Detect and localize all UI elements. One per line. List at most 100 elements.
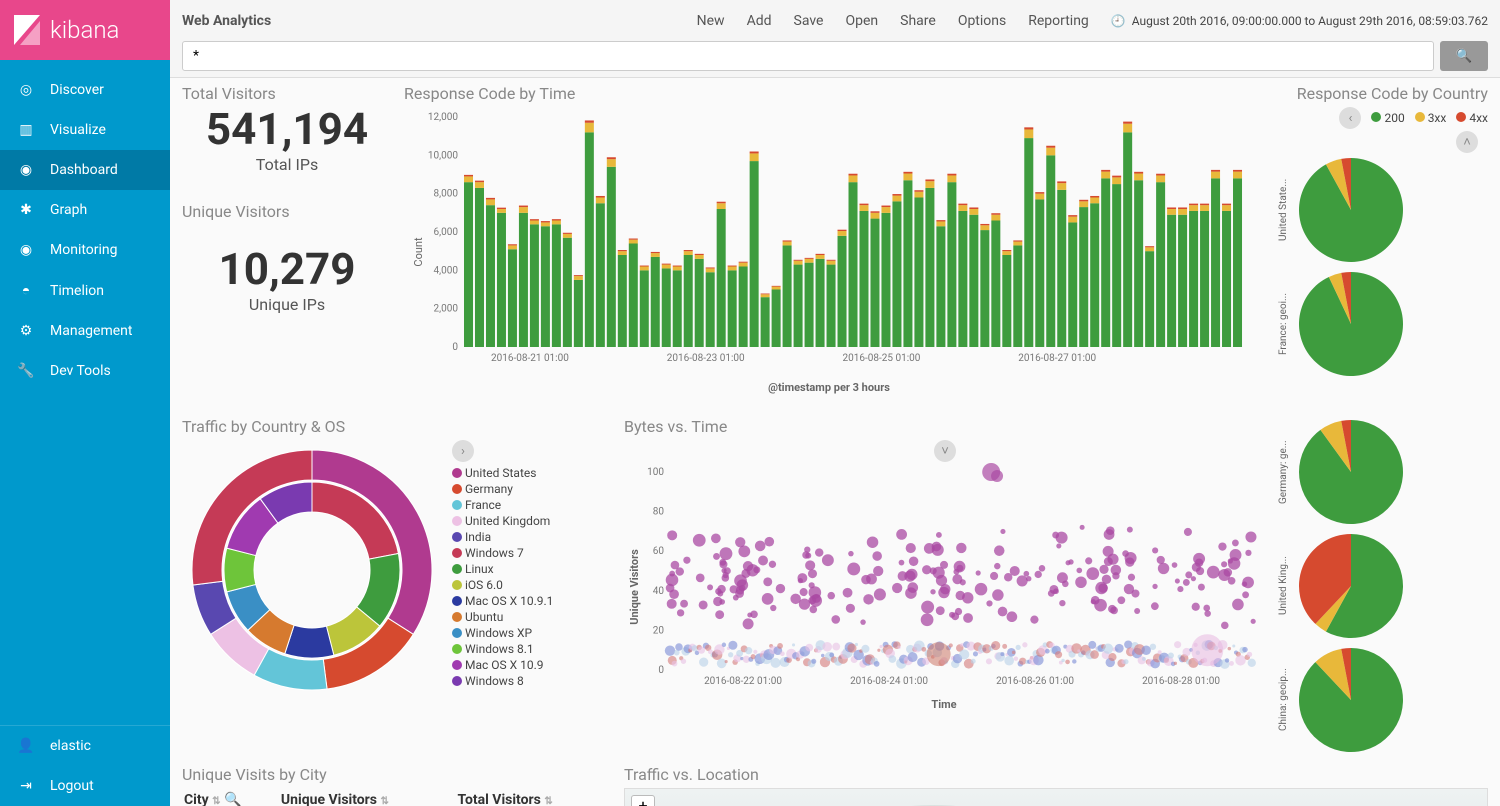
svg-text:100: 100 — [647, 467, 664, 478]
eye-icon: ◉ — [16, 242, 36, 258]
sidebar: kibana ◎Discover ▥Visualize ◉Dashboard ✱… — [0, 0, 170, 806]
nav-visualize[interactable]: ▥Visualize — [0, 110, 170, 150]
panel-title: Total Visitors — [182, 84, 392, 103]
panel-total-visitors: Total Visitors 541,194Total IPs — [182, 84, 392, 174]
svg-text:20: 20 — [653, 625, 665, 636]
nav-devtools[interactable]: 🔧Dev Tools — [0, 351, 170, 391]
response-legend: ‹ 200 3xx 4xx — [1278, 107, 1488, 129]
panel-title: Bytes vs. Time — [624, 417, 1266, 436]
toolbar-new[interactable]: New — [697, 13, 725, 29]
nav-dashboard[interactable]: ◉Dashboard — [0, 150, 170, 190]
svg-text:Count: Count — [412, 237, 425, 267]
toolbar: Web Analytics New Add Save Open Share Op… — [182, 5, 1488, 37]
panel-title: Traffic by Country & OS — [182, 417, 612, 436]
svg-text:2016-08-24 01:00: 2016-08-24 01:00 — [850, 676, 928, 687]
panel-bytes: Bytes vs. Time ˅ 0 20 40 60 80 100 2016-08-22 … — [624, 417, 1266, 755]
nav-user[interactable]: 👤elastic — [0, 726, 170, 766]
toolbar-options[interactable]: Options — [958, 13, 1006, 29]
clock-icon: 🕘 — [1111, 14, 1126, 28]
svg-text:2016-08-26 01:00: 2016-08-26 01:00 — [996, 676, 1074, 687]
svg-text:2,000: 2,000 — [434, 304, 459, 315]
sort-icon: ⇅ — [212, 796, 220, 806]
search-input[interactable] — [182, 41, 1434, 71]
logo: kibana — [0, 0, 170, 60]
svg-text:8,000: 8,000 — [434, 189, 459, 200]
svg-text:80: 80 — [653, 507, 665, 518]
map[interactable]: + – — [624, 788, 1488, 806]
main: Web Analytics New Add Save Open Share Op… — [170, 0, 1500, 806]
svg-text:2016-08-22 01:00: 2016-08-22 01:00 — [704, 676, 782, 687]
svg-text:0: 0 — [658, 665, 664, 676]
graph-icon: ✱ — [16, 202, 36, 218]
panel-title: Unique Visitors — [182, 202, 392, 221]
col-total[interactable]: Total Visitors ⇅ — [456, 788, 613, 806]
brand-label: kibana — [50, 16, 119, 44]
search-icon: 🔍 — [1456, 49, 1473, 64]
col-unique[interactable]: Unique Visitors ⇅ — [279, 788, 456, 806]
dashboard-body: Total Visitors 541,194Total IPs Unique V… — [170, 78, 1500, 806]
nav-management[interactable]: ⚙Management — [0, 311, 170, 351]
svg-text:@timestamp per 3 hours: @timestamp per 3 hours — [768, 381, 890, 394]
nav: ◎Discover ▥Visualize ◉Dashboard ✱Graph ◉… — [0, 60, 170, 725]
panel-location: Traffic vs. Location + – — [624, 765, 1488, 806]
panel-title: Response Code by Time — [404, 84, 1266, 103]
collapse-icon[interactable]: ˄ — [1456, 131, 1478, 153]
svg-text:40: 40 — [653, 586, 665, 597]
legend-next[interactable]: › — [452, 440, 474, 462]
nav-timelion[interactable]: ◓Timelion — [0, 270, 170, 311]
panel-city: Unique Visits by City City ⇅ 🔍 Unique Vi… — [182, 765, 612, 806]
traffic-legend: United StatesGermanyFranceUnited Kingdom… — [452, 466, 553, 688]
dashboard-title: Web Analytics — [182, 13, 271, 29]
gear-icon: ⚙ — [16, 323, 36, 339]
country-pies: United State...France: geoi... — [1278, 155, 1488, 379]
bytes-scatter[interactable]: 0 20 40 60 80 100 2016-08-22 01:00 2016-08-24 0… — [624, 462, 1264, 712]
nav-graph[interactable]: ✱Graph — [0, 190, 170, 230]
nav-footer: 👤elastic ⇥Logout — [0, 725, 170, 806]
svg-text:2016-08-23 01:00: 2016-08-23 01:00 — [667, 353, 745, 364]
toolbar-open[interactable]: Open — [845, 13, 878, 29]
svg-text:12,000: 12,000 — [428, 112, 458, 123]
col-city[interactable]: City ⇅ 🔍 — [182, 788, 279, 806]
svg-text:6,000: 6,000 — [434, 227, 459, 238]
svg-text:Unique Visitors: Unique Visitors — [628, 549, 641, 625]
panel-title: Response Code by Country — [1278, 84, 1488, 103]
svg-text:10,000: 10,000 — [428, 150, 458, 161]
compass-icon: ◎ — [16, 82, 36, 98]
map-shapes — [625, 789, 1487, 806]
traffic-donut[interactable] — [182, 440, 442, 700]
svg-text:4,000: 4,000 — [434, 265, 459, 276]
panel-title: Unique Visits by City — [182, 765, 612, 784]
toolbar-add[interactable]: Add — [747, 13, 772, 29]
search-button[interactable]: 🔍 — [1440, 41, 1488, 71]
nav-monitoring[interactable]: ◉Monitoring — [0, 230, 170, 270]
shield-icon: ◓ — [16, 282, 36, 299]
logout-icon: ⇥ — [16, 778, 36, 794]
nav-logout[interactable]: ⇥Logout — [0, 766, 170, 806]
toolbar-reporting[interactable]: Reporting — [1028, 13, 1089, 29]
toolbar-save[interactable]: Save — [794, 13, 824, 29]
toolbar-share[interactable]: Share — [900, 13, 936, 29]
nav-discover[interactable]: ◎Discover — [0, 70, 170, 110]
panel-response-country: Response Code by Country ‹ 200 3xx 4xx ˄… — [1278, 84, 1488, 401]
svg-text:0: 0 — [452, 342, 458, 353]
legend-prev[interactable]: ‹ — [1339, 107, 1361, 129]
topbar: Web Analytics New Add Save Open Share Op… — [170, 0, 1500, 78]
metric-value: 541,194 — [182, 103, 392, 155]
svg-text:Time: Time — [931, 698, 956, 711]
user-icon: 👤 — [16, 738, 36, 754]
svg-text:60: 60 — [653, 546, 665, 557]
search-icon[interactable]: 🔍 — [224, 792, 241, 806]
time-range-picker[interactable]: 🕘 August 20th 2016, 09:00:00.000 to Augu… — [1111, 14, 1488, 28]
collapse-icon[interactable]: ˅ — [934, 440, 956, 462]
panel-unique-visitors: Unique Visitors 10,279Unique IPs — [182, 202, 392, 314]
city-table: City ⇅ 🔍 Unique Visitors ⇅ Total Visitor… — [182, 788, 612, 806]
stats-column: Total Visitors 541,194Total IPs Unique V… — [182, 84, 392, 401]
sort-icon: ⇅ — [544, 796, 552, 806]
panel-response-time: Response Code by Time 0 2,000 4,000 6,000 8,… — [404, 84, 1266, 401]
metric-value: 10,279 — [182, 243, 392, 295]
panel-traffic: Traffic by Country & OS › United StatesG… — [182, 417, 612, 755]
dashboard-icon: ◉ — [16, 162, 36, 178]
panel-title: Traffic vs. Location — [624, 765, 1488, 784]
response-time-chart[interactable]: 0 2,000 4,000 6,000 8,000 10,000 12,000 2016-08… — [404, 107, 1254, 397]
metric-sub: Unique IPs — [182, 295, 392, 314]
